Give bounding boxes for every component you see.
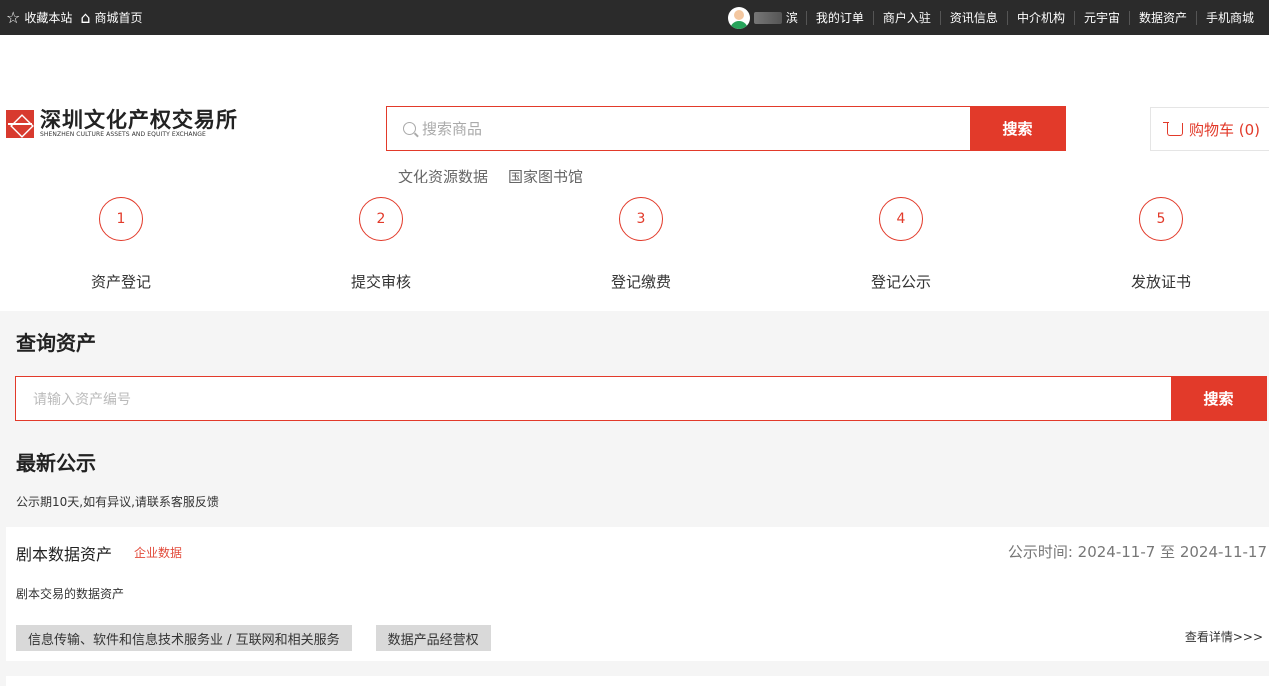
process-steps: 1 资产登记 2 提交审核 3 登记缴费 4 登记公示 5 发放证书 [0, 183, 1269, 311]
next-card-edge [6, 676, 1269, 686]
step-label: 资产登记 [90, 273, 151, 291]
search-icon [403, 122, 416, 135]
cart-button[interactable]: 购物车 (0) [1150, 107, 1269, 151]
header: 深圳文化产权交易所 SHENZHEN CULTURE ASSETS AND EQ… [0, 35, 1269, 186]
star-icon: ☆ [6, 7, 21, 27]
step-label: 提交审核 [350, 273, 411, 291]
step-2: 2 提交审核 [321, 197, 441, 292]
nav-merchant-join[interactable]: 商户入驻 [872, 10, 940, 25]
favorite-link[interactable]: ☆ 收藏本站 [6, 9, 72, 26]
card-chips: 信息传输、软件和信息技术服务业 / 互联网和相关服务 数据产品经营权 [16, 625, 491, 651]
asset-number-input[interactable]: 请输入资产编号 [16, 377, 1171, 420]
asset-query: 请输入资产编号 搜索 [15, 376, 1267, 421]
view-details-link[interactable]: 查看详情>>> [1185, 628, 1263, 645]
home-label: 商城首页 [94, 11, 143, 25]
notice-text: 公示期10天,如有异议,请联系客服反馈 [16, 495, 219, 509]
logo-mark-icon [6, 109, 34, 138]
step-number: 3 [619, 197, 663, 241]
nav-news[interactable]: 资讯信息 [939, 10, 1007, 25]
logo-text: 深圳文化产权交易所 SHENZHEN CULTURE ASSETS AND EQ… [40, 109, 238, 138]
product-search-input[interactable]: 搜索商品 [387, 107, 970, 150]
product-search-button[interactable]: 搜索 [970, 107, 1065, 150]
user-menu[interactable]: 滨 [727, 6, 806, 29]
nav-data-assets[interactable]: 数据资产 [1128, 10, 1196, 25]
asset-search-button[interactable]: 搜索 [1171, 377, 1266, 420]
cart-label: 购物车 (0) [1189, 120, 1261, 139]
logo[interactable]: 深圳文化产权交易所 SHENZHEN CULTURE ASSETS AND EQ… [6, 109, 238, 138]
step-4: 4 登记公示 [841, 197, 961, 292]
nav-metaverse[interactable]: 元宇宙 [1073, 10, 1129, 25]
step-5: 5 发放证书 [1101, 197, 1221, 292]
right-type-chip: 数据产品经营权 [375, 625, 491, 651]
nav-mobile-mall[interactable]: 手机商城 [1195, 10, 1263, 25]
notice-card: 剧本数据资产 企业数据 公示时间: 2024-11-7 至 2024-11-17… [6, 527, 1269, 661]
card-title[interactable]: 剧本数据资产 [16, 541, 112, 565]
top-bar-left: ☆ 收藏本站 ⌂ 商城首页 [6, 9, 143, 26]
nav-my-orders[interactable]: 我的订单 [805, 10, 873, 25]
home-link[interactable]: ⌂ 商城首页 [80, 9, 142, 26]
user-name: 滨 [785, 11, 798, 25]
nav-agencies[interactable]: 中介机构 [1006, 10, 1074, 25]
card-tag: 企业数据 [134, 546, 183, 560]
product-search: 搜索商品 搜索 [386, 106, 1066, 151]
step-label: 登记公示 [870, 273, 931, 291]
step-3: 3 登记缴费 [581, 197, 701, 292]
step-label: 发放证书 [1130, 273, 1191, 291]
logo-cn: 深圳文化产权交易所 [40, 108, 238, 132]
top-bar: ☆ 收藏本站 ⌂ 商城首页 滨 我的订单 商户入驻 资讯信息 中介机构 元宇宙 数据… [0, 0, 1269, 35]
avatar [727, 6, 750, 29]
cart-icon [1163, 121, 1183, 136]
industry-chip: 信息传输、软件和信息技术服务业 / 互联网和相关服务 [16, 625, 352, 651]
home-icon: ⌂ [80, 7, 91, 27]
favorite-label: 收藏本站 [24, 11, 73, 25]
search-placeholder: 搜索商品 [422, 120, 483, 138]
step-number: 2 [359, 197, 403, 241]
logo-en: SHENZHEN CULTURE ASSETS AND EQUITY EXCHA… [40, 131, 206, 138]
top-bar-right: 滨 我的订单 商户入驻 资讯信息 中介机构 元宇宙 数据资产 手机商城 [727, 6, 1263, 29]
step-label: 登记缴费 [610, 273, 671, 291]
query-assets-title: 查询资产 [16, 331, 96, 355]
card-description: 剧本交易的数据资产 [16, 587, 125, 601]
step-number: 4 [879, 197, 923, 241]
latest-notices-title: 最新公示 [16, 451, 96, 475]
step-1: 1 资产登记 [61, 197, 181, 292]
redacted-username [753, 11, 782, 24]
step-number: 1 [99, 197, 143, 241]
step-number: 5 [1139, 197, 1183, 241]
card-time: 公示时间: 2024-11-7 至 2024-11-17 [1007, 543, 1267, 561]
